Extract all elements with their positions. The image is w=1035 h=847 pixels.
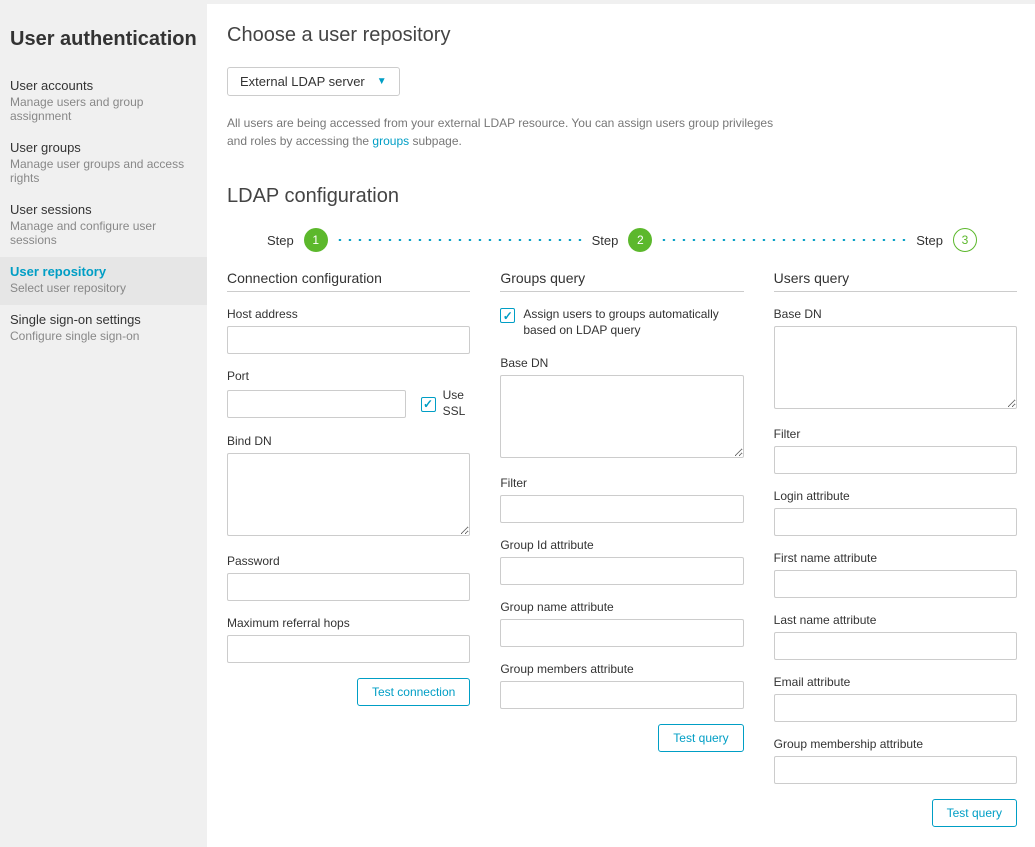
sidebar-item-title: User accounts	[10, 78, 197, 93]
connection-config-column: Connection configuration Host address Po…	[227, 270, 470, 827]
email-attr-input[interactable]	[774, 694, 1017, 722]
users-filter-input[interactable]	[774, 446, 1017, 474]
bind-dn-label: Bind DN	[227, 434, 470, 448]
sidebar-item-title: User sessions	[10, 202, 197, 217]
step-label: Step	[916, 233, 943, 248]
sidebar-item-desc: Manage and configure user sessions	[10, 219, 197, 247]
sidebar-heading: User authentication	[0, 20, 207, 71]
port-label: Port	[227, 369, 470, 383]
step-number: 2	[628, 228, 652, 252]
login-attr-label: Login attribute	[774, 489, 1017, 503]
sidebar-item-user-accounts[interactable]: User accounts Manage users and group ass…	[0, 71, 207, 133]
main-content: Choose a user repository External LDAP s…	[207, 0, 1035, 847]
groups-filter-label: Filter	[500, 476, 743, 490]
use-ssl-label: Use SSL	[443, 388, 471, 419]
sidebar-item-user-groups[interactable]: User groups Manage user groups and acces…	[0, 133, 207, 195]
step-3: Step 3	[916, 228, 977, 252]
users-filter-label: Filter	[774, 427, 1017, 441]
membership-attr-label: Group membership attribute	[774, 737, 1017, 751]
max-hops-label: Maximum referral hops	[227, 616, 470, 630]
steps-indicator: Step 1 Step 2 Step 3	[227, 228, 1017, 252]
sidebar-item-user-repository[interactable]: User repository Select user repository	[0, 257, 207, 305]
step-divider	[660, 239, 908, 241]
email-attr-label: Email attribute	[774, 675, 1017, 689]
membership-attr-input[interactable]	[774, 756, 1017, 784]
password-label: Password	[227, 554, 470, 568]
sidebar-item-desc: Select user repository	[10, 281, 197, 295]
sidebar-item-user-sessions[interactable]: User sessions Manage and configure user …	[0, 195, 207, 257]
sidebar-item-title: User repository	[10, 264, 197, 279]
sidebar: User authentication User accounts Manage…	[0, 0, 207, 847]
password-input[interactable]	[227, 573, 470, 601]
groups-test-query-button[interactable]: Test query	[658, 724, 743, 752]
test-connection-button[interactable]: Test connection	[357, 678, 470, 706]
users-base-dn-label: Base DN	[774, 307, 1017, 321]
sidebar-item-sso-settings[interactable]: Single sign-on settings Configure single…	[0, 305, 207, 353]
users-query-column: Users query Base DN Filter Login attribu…	[774, 270, 1017, 827]
sidebar-item-title: Single sign-on settings	[10, 312, 197, 327]
users-base-dn-input[interactable]	[774, 326, 1017, 409]
group-members-label: Group members attribute	[500, 662, 743, 676]
sidebar-item-desc: Manage user groups and access rights	[10, 157, 197, 185]
page-title: Choose a user repository	[227, 24, 1017, 47]
dropdown-value: External LDAP server	[240, 74, 365, 89]
bind-dn-input[interactable]	[227, 453, 470, 536]
step-number: 3	[953, 228, 977, 252]
port-input[interactable]	[227, 390, 406, 418]
column-heading: Groups query	[500, 270, 743, 292]
sidebar-item-title: User groups	[10, 140, 197, 155]
first-name-attr-label: First name attribute	[774, 551, 1017, 565]
first-name-attr-input[interactable]	[774, 570, 1017, 598]
groups-base-dn-input[interactable]	[500, 375, 743, 458]
step-number: 1	[304, 228, 328, 252]
column-heading: Connection configuration	[227, 270, 470, 292]
step-label: Step	[267, 233, 294, 248]
repository-dropdown[interactable]: External LDAP server ▼	[227, 67, 400, 96]
sidebar-item-desc: Configure single sign-on	[10, 329, 197, 343]
login-attr-input[interactable]	[774, 508, 1017, 536]
group-name-input[interactable]	[500, 619, 743, 647]
group-members-input[interactable]	[500, 681, 743, 709]
host-address-input[interactable]	[227, 326, 470, 354]
auto-assign-label: Assign users to groups automatically bas…	[523, 307, 743, 338]
chevron-down-icon: ▼	[377, 76, 387, 87]
sidebar-item-desc: Manage users and group assignment	[10, 95, 197, 123]
users-test-query-button[interactable]: Test query	[932, 799, 1017, 827]
groups-base-dn-label: Base DN	[500, 356, 743, 370]
step-divider	[336, 239, 584, 241]
groups-filter-input[interactable]	[500, 495, 743, 523]
auto-assign-checkbox[interactable]	[500, 308, 515, 323]
last-name-attr-input[interactable]	[774, 632, 1017, 660]
groups-link[interactable]: groups	[372, 134, 409, 148]
group-id-input[interactable]	[500, 557, 743, 585]
ldap-config-title: LDAP configuration	[227, 185, 1017, 208]
step-1: Step 1	[267, 228, 328, 252]
group-name-label: Group name attribute	[500, 600, 743, 614]
last-name-attr-label: Last name attribute	[774, 613, 1017, 627]
step-2: Step 2	[592, 228, 653, 252]
groups-query-column: Groups query Assign users to groups auto…	[500, 270, 743, 827]
max-hops-input[interactable]	[227, 635, 470, 663]
use-ssl-checkbox[interactable]	[421, 397, 436, 412]
host-address-label: Host address	[227, 307, 470, 321]
column-heading: Users query	[774, 270, 1017, 292]
group-id-label: Group Id attribute	[500, 538, 743, 552]
help-text: All users are being accessed from your e…	[227, 114, 787, 150]
step-label: Step	[592, 233, 619, 248]
